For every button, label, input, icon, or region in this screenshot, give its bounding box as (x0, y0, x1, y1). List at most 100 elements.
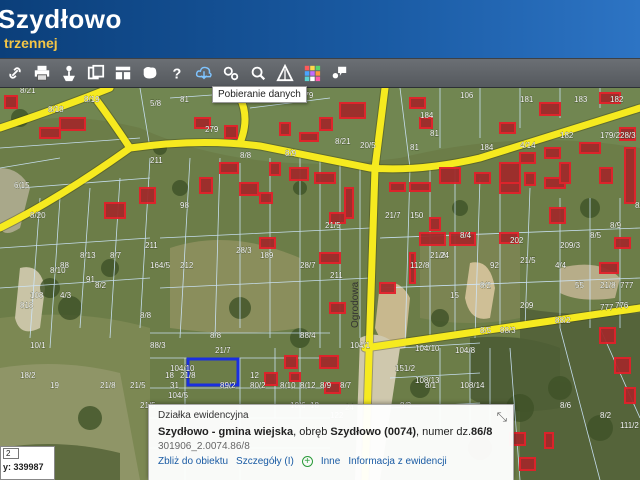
parcel-label: 28/7 (300, 261, 316, 270)
zoom-level[interactable]: 2 (3, 448, 19, 459)
parcel-label: 98 (180, 201, 189, 210)
parcel-label: 89/2 (220, 381, 236, 390)
popup-parcel-number: 86/8 (471, 426, 493, 438)
details-link[interactable]: Szczegóły (I) (236, 456, 294, 467)
toolbar: ? (0, 58, 640, 88)
parcel-label: 28/3 (236, 246, 252, 255)
parcel-label: 21/8 (180, 371, 196, 380)
parcel-label: 104/8 (455, 346, 476, 355)
parcel-label: 212 (180, 261, 194, 270)
parcel-label: 777 (600, 303, 614, 312)
parcel-label: 31 (170, 381, 179, 390)
parcel-label: 10/1 (30, 341, 46, 350)
svg-text:?: ? (173, 66, 182, 82)
parcel-label: 8/13 (80, 251, 96, 260)
parcel-label: 92 (490, 261, 499, 270)
parcel-label: 21/7 (215, 346, 231, 355)
parcel-label: 211 (330, 271, 343, 280)
parcel-label: 179/2 (600, 131, 621, 140)
zoom-to-object-link[interactable]: Zbliż do obiektu (158, 456, 228, 467)
parcel-label: 104/1 (350, 341, 371, 350)
parcel-label: 8/8 (240, 151, 252, 160)
cloud-download-icon[interactable] (191, 60, 217, 86)
parcel-label: 8/8 (140, 311, 152, 320)
parcel-label: 182 (610, 95, 624, 104)
parcel-label: 108 (30, 291, 44, 300)
parcel-label: 8/1 (425, 381, 437, 390)
settings-icon[interactable] (218, 60, 244, 86)
parcel-label: 81 (180, 95, 189, 104)
parcel-label: 8/13 (635, 201, 640, 210)
parcel-label: 182 (560, 131, 574, 140)
parcel-label: 81 (410, 143, 419, 152)
parcel-label: 151/2 (395, 364, 416, 373)
parcel-label: 24 (440, 251, 449, 260)
parcel-label: 4/4 (555, 261, 567, 270)
parcel-label: 18/2 (20, 371, 36, 380)
layout-icon[interactable] (110, 60, 136, 86)
parcel-label: 8/19 (84, 95, 100, 104)
parcel-label: 183 (574, 95, 588, 104)
parcel-label: 184 (480, 143, 494, 152)
parcel-label: 6/15 (14, 181, 30, 190)
popup-header: Działka ewidencyjna (158, 410, 249, 421)
parcel-label: 8/20 (30, 211, 46, 220)
pin-icon[interactable] (56, 60, 82, 86)
parcel-label: 8/9 (285, 149, 297, 158)
parcel-label: 21/8 (100, 381, 116, 390)
link-icon[interactable] (2, 60, 28, 86)
parcel-label: 8/8 (210, 331, 222, 340)
coordinate-y-label: y: (3, 462, 12, 472)
help-icon[interactable]: ? (164, 60, 190, 86)
parcel-label: 12 (250, 371, 259, 380)
registry-info-link[interactable]: Informacja z ewidencji (348, 456, 446, 467)
comment-icon[interactable] (326, 60, 352, 86)
print-icon[interactable] (29, 60, 55, 86)
close-icon[interactable]: ⤡ (497, 409, 507, 425)
parcel-label: 4/14 (520, 141, 536, 150)
parcel-label: 184 (420, 111, 434, 120)
parcel-label: 80/2 (250, 381, 266, 390)
parcel-label: 209 (520, 301, 534, 310)
popup-parcel-description: Szydłowo - gmina wiejska, obręb Szydłowo… (158, 426, 504, 438)
parcel-label: 21/7 (385, 211, 401, 220)
map-shape-icon[interactable] (137, 60, 163, 86)
parcel-label: 189 (260, 251, 274, 260)
coordinate-box: 2 y: 339987 (0, 446, 55, 480)
parcel-label: 8/12 (300, 381, 316, 390)
parcel-label: 111/2 (620, 421, 639, 430)
parcel-label: 88/4 (300, 331, 316, 340)
parcel-label: 88/3 (150, 341, 166, 350)
popup-obreb-text: , obręb (293, 426, 331, 438)
parcel-label: 106 (460, 91, 474, 100)
parcel-label: 8/2 (600, 411, 612, 420)
parcel-label: 104/10 (415, 344, 440, 353)
parcel-label: 15 (450, 291, 459, 300)
parcel-info-popup: ⤡ Działka ewidencyjna Szydłowo - gmina w… (148, 404, 514, 480)
parcel-label: 8/21 (335, 137, 351, 146)
parcel-label: 4/3 (60, 291, 72, 300)
parcel-label: 211 (145, 241, 158, 250)
parcel-label: 8/10 (50, 266, 66, 275)
other-link[interactable]: Inne (321, 456, 340, 467)
zoom-icon[interactable] (245, 60, 271, 86)
parcel-label: 8/2 (95, 281, 107, 290)
popup-links: Zbliż do obiektu Szczegóły (I) + Inne In… (158, 456, 504, 467)
color-grid-icon[interactable] (299, 60, 325, 86)
plus-icon[interactable]: + (301, 456, 313, 467)
parcel-label: 28/3 (620, 131, 636, 140)
parcel-label: 818 (20, 301, 34, 310)
parcel-label: 21/5 (325, 221, 341, 230)
parcel-label: 777 (620, 281, 634, 290)
parcel-label: 776 (615, 301, 629, 310)
triangle-icon[interactable] (272, 60, 298, 86)
road-label: Ogrodowa (350, 281, 361, 328)
parcel-label: 8/10 (280, 381, 296, 390)
parcel-label: 21/5 (130, 381, 146, 390)
parcel-label: 55 (575, 281, 584, 290)
copy-icon[interactable] (83, 60, 109, 86)
parcel-label: 88/2 (555, 316, 571, 325)
parcel-label: 108/14 (460, 381, 485, 390)
parcel-label: 8/6 (560, 401, 572, 410)
parcel-label: 20/5 (360, 141, 376, 150)
